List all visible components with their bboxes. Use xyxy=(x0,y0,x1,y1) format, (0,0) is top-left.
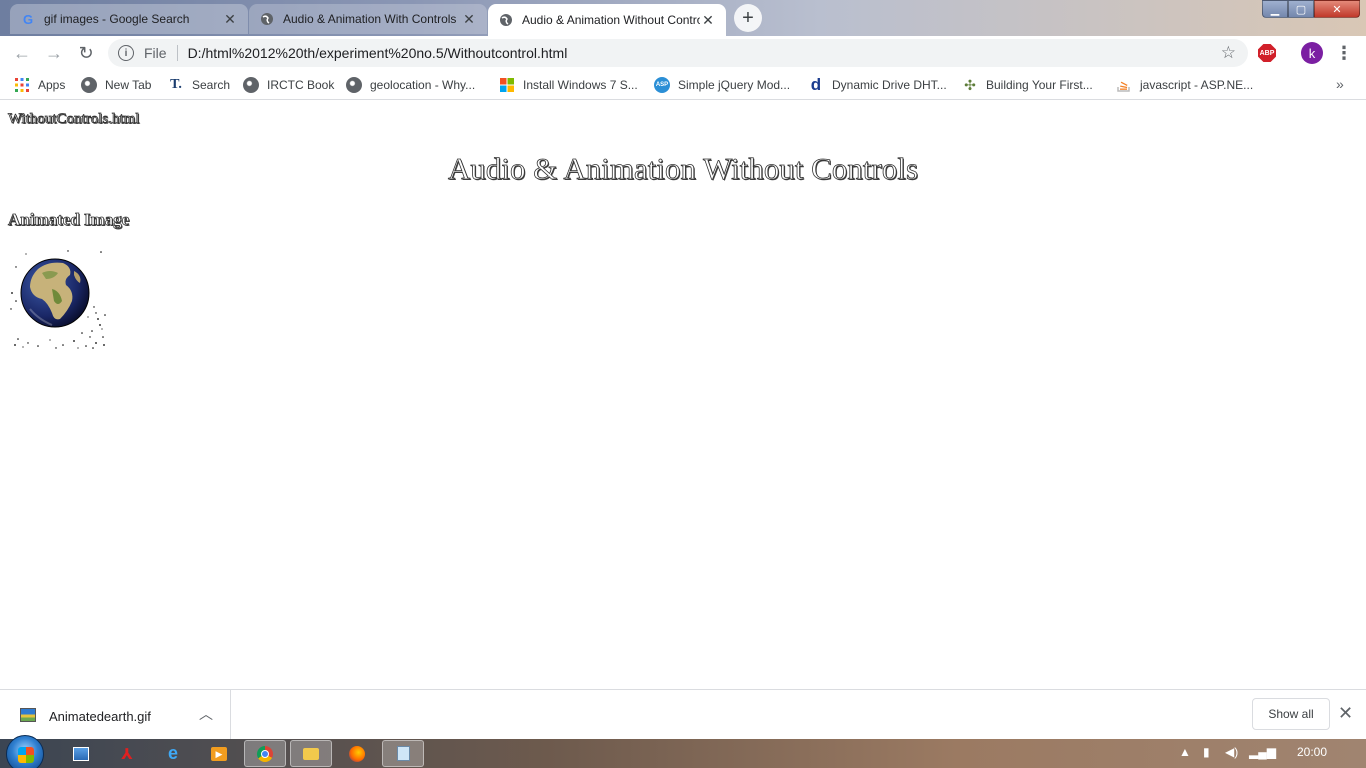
taskbar-folder-app[interactable] xyxy=(290,740,332,767)
windows-logo-icon xyxy=(499,77,515,93)
taskbar-chrome-app[interactable] xyxy=(244,740,286,767)
taskbar-notepad-app[interactable] xyxy=(382,740,424,767)
browser-title-bar: G gif images - Google Search ✕ Audio & A… xyxy=(0,0,1366,36)
back-arrow-icon[interactable]: ← xyxy=(11,42,33,64)
acrobat-icon: ⅄ xyxy=(121,745,133,763)
image-file-icon xyxy=(20,708,36,722)
bookmark-building-first[interactable]: ✣ Building Your First... xyxy=(962,75,1093,95)
show-hidden-icons-icon[interactable]: ▲ xyxy=(1179,745,1191,759)
globe-icon xyxy=(81,77,97,93)
bookmark-label: Building Your First... xyxy=(986,78,1093,92)
bookmark-label: Simple jQuery Mod... xyxy=(678,78,791,92)
window-icon xyxy=(73,746,89,761)
adblock-plus-icon[interactable]: ABP xyxy=(1258,44,1276,62)
browser-toolbar: ← → ↻ i File D:/html%2012%20th/experimen… xyxy=(0,36,1366,70)
tab-audio-without-controls[interactable]: Audio & Animation Without Controls ✕ xyxy=(488,4,726,36)
new-tab-button[interactable]: + xyxy=(734,4,762,32)
page-title: Audio & Animation Without Controls xyxy=(447,151,919,187)
battery-icon[interactable]: ▮ xyxy=(1203,745,1210,759)
url-text[interactable]: D:/html%2012%20th/experiment%20no.5/With… xyxy=(188,45,568,61)
forward-arrow-icon[interactable]: → xyxy=(43,42,65,64)
tab-audio-with-controls[interactable]: Audio & Animation With Controls ✕ xyxy=(249,4,487,34)
bookmark-irctc[interactable]: IRCTC Book xyxy=(243,75,334,95)
taskbar-ie-app[interactable]: e xyxy=(152,740,194,767)
windows-flag-icon xyxy=(18,747,34,763)
bookmark-label: Apps xyxy=(38,78,66,92)
profile-avatar[interactable]: k xyxy=(1301,42,1323,64)
globe-icon xyxy=(498,12,514,28)
bookmark-label: New Tab xyxy=(105,78,152,92)
bookmark-label: Dynamic Drive DHT... xyxy=(832,78,947,92)
volume-icon[interactable]: ◀) xyxy=(1225,745,1238,759)
firefox-icon xyxy=(349,745,365,762)
bookmark-star-icon[interactable]: ☆ xyxy=(1221,43,1236,63)
bookmarks-bar: Apps New Tab T. Search IRCTC Book geoloc… xyxy=(0,70,1366,100)
bookmark-label: Search xyxy=(192,78,231,92)
bookmark-geolocation[interactable]: geolocation - Why... xyxy=(346,75,475,95)
scheme-label: File xyxy=(144,45,167,61)
info-icon[interactable]: i xyxy=(118,45,134,61)
apps-grid-icon xyxy=(14,77,30,93)
address-bar[interactable]: i File D:/html%2012%20th/experiment%20no… xyxy=(108,39,1248,67)
taskbar-explorer-app[interactable] xyxy=(60,740,102,767)
bookmark-simple-jquery[interactable]: ASP Simple jQuery Mod... xyxy=(654,75,790,95)
start-button[interactable] xyxy=(6,735,44,768)
bookmark-label: Install Windows 7 S... xyxy=(523,78,638,92)
media-player-icon: ▶ xyxy=(211,746,227,761)
asp-icon: ASP xyxy=(654,77,670,93)
close-window-button[interactable]: ✕ xyxy=(1314,0,1360,18)
bookmark-new-tab[interactable]: New Tab xyxy=(81,75,151,95)
download-shelf: Animatedearth.gif ︿ Show all ✕ xyxy=(0,689,1366,740)
globe-icon xyxy=(243,77,259,93)
bookmark-label: IRCTC Book xyxy=(267,78,335,92)
taskbar-media-app[interactable]: ▶ xyxy=(198,740,240,767)
minimize-button[interactable]: ▁ xyxy=(1262,0,1288,18)
bookmark-apps[interactable]: Apps xyxy=(14,75,65,95)
chrome-icon xyxy=(257,745,273,762)
tab-title: gif images - Google Search xyxy=(44,12,190,26)
dynamic-drive-icon: d xyxy=(810,75,822,94)
windows-taskbar: ⅄ e ▶ ▲ ▮ ◀) ▂▄▆ 20:00 xyxy=(0,735,1366,768)
stackoverflow-icon xyxy=(1116,77,1132,93)
bookmark-label: javascript - ASP.NE... xyxy=(1140,78,1254,92)
bookmark-label: geolocation - Why... xyxy=(370,78,476,92)
tab-google-search[interactable]: G gif images - Google Search ✕ xyxy=(10,4,248,34)
tab-title: Audio & Animation Without Controls xyxy=(522,13,700,27)
bookmark-search[interactable]: T. Search xyxy=(168,75,230,95)
tab-title: Audio & Animation With Controls xyxy=(283,12,457,26)
download-item[interactable]: Animatedearth.gif ︿ xyxy=(0,690,231,740)
chevron-up-icon[interactable]: ︿ xyxy=(199,704,213,724)
internet-explorer-icon: e xyxy=(167,743,178,763)
bookmark-install-windows[interactable]: Install Windows 7 S... xyxy=(499,75,638,95)
search-t-icon: T. xyxy=(170,77,182,92)
folder-icon xyxy=(303,747,319,760)
page-content: WithoutControls.html Audio & Animation W… xyxy=(0,101,1366,689)
tab-close-icon[interactable]: ✕ xyxy=(222,11,238,28)
globe-icon xyxy=(259,11,275,27)
google-icon: G xyxy=(22,11,34,27)
puzzle-icon: ✣ xyxy=(964,76,976,93)
animated-earth-image xyxy=(8,249,108,349)
show-all-button[interactable]: Show all xyxy=(1252,698,1330,730)
bookmark-javascript-asp[interactable]: javascript - ASP.NE... xyxy=(1116,75,1253,95)
file-name-text: WithoutControls.html xyxy=(8,111,140,128)
taskbar-acrobat-app[interactable]: ⅄ xyxy=(106,740,148,767)
tab-close-icon[interactable]: ✕ xyxy=(700,12,716,29)
globe-icon xyxy=(346,77,362,93)
reload-icon[interactable]: ↻ xyxy=(75,42,97,64)
download-file-name[interactable]: Animatedearth.gif xyxy=(49,709,151,724)
menu-kebab-icon[interactable]: ⋮ xyxy=(1335,42,1353,64)
maximize-button[interactable]: ▢ xyxy=(1288,0,1314,18)
notepad-icon xyxy=(396,746,410,761)
address-separator xyxy=(176,45,178,61)
taskbar-firefox-app[interactable] xyxy=(336,740,378,767)
tab-close-icon[interactable]: ✕ xyxy=(461,11,477,28)
bookmark-dynamic-drive[interactable]: d Dynamic Drive DHT... xyxy=(808,75,947,95)
animated-image-heading: Animated Image xyxy=(8,210,130,230)
bookmarks-overflow-icon[interactable]: » xyxy=(1336,76,1344,92)
network-signal-icon[interactable]: ▂▄▆ xyxy=(1249,745,1276,759)
system-clock[interactable]: 20:00 xyxy=(1297,745,1327,759)
close-icon[interactable]: ✕ xyxy=(1338,703,1353,724)
